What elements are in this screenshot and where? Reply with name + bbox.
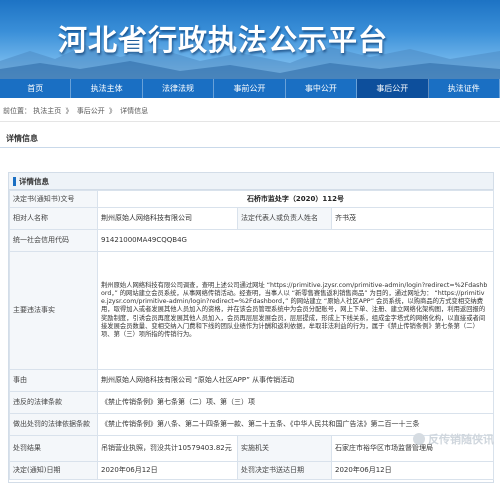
- breadcrumb: 前位置： 执法主页 》 事后公开 》 详情信息: [0, 100, 500, 122]
- legal-rep-value: 齐书茂: [331, 207, 494, 230]
- breadcrumb-separator: 》: [108, 107, 116, 115]
- legal-rep-label: 法定代表人或负责人姓名: [237, 207, 332, 230]
- credit-code-value: 91421000MA49CQQB4G: [97, 229, 494, 252]
- basis-label: 做出处罚的法律依据条款: [9, 413, 98, 436]
- table-row: 决定(通知)日期 2020年06月12日 处罚决定书送达日期 2020年06月1…: [9, 461, 494, 480]
- table-row: 统一社会信用代码 91421000MA49CQQB4G: [9, 229, 494, 252]
- watermark-logo-icon: [413, 433, 425, 445]
- nav-item-mid-public[interactable]: 事中公开: [286, 79, 358, 98]
- watermark: 反传销随侠讯: [413, 431, 494, 447]
- panel-marker-icon: [13, 176, 16, 186]
- party-label: 相对人名称: [9, 207, 98, 230]
- party-value: 荆州原始人网络科技有限公司: [97, 207, 238, 230]
- doc-no-label: 决定书(通知书)文号: [9, 190, 98, 208]
- credit-code-label: 统一社会信用代码: [9, 229, 98, 252]
- deliver-date-value: 2020年06月12日: [331, 461, 494, 480]
- breadcrumb-separator: 》: [65, 107, 73, 115]
- nav-item-certificates[interactable]: 执法证件: [429, 79, 500, 98]
- date-label: 决定(通知)日期: [9, 461, 98, 480]
- agency-label: 实施机关: [237, 435, 332, 462]
- breadcrumb-item-home[interactable]: 执法主页: [33, 107, 61, 115]
- nav-item-post-public[interactable]: 事后公开: [357, 79, 429, 98]
- nav-item-pre-public[interactable]: 事前公开: [214, 79, 286, 98]
- panel-header: 详情信息: [9, 173, 493, 190]
- table-row: 主要违法事实 荆州原始人网络科技有限公司调查，查明上述公司通过网址 “https…: [9, 251, 494, 370]
- doc-no-value: 石桥市监处字（2020）112号: [97, 190, 494, 208]
- watermark-text: 反传销随侠讯: [428, 433, 494, 446]
- nav-item-subject[interactable]: 执法主体: [71, 79, 143, 98]
- table-row: 决定书(通知书)文号 石桥市监处字（2020）112号: [9, 190, 494, 208]
- table-row: 事由 荆州原始人网络科技有限公司 “原始人社区APP” 从事传销活动: [9, 369, 494, 392]
- facts-value: 荆州原始人网络科技有限公司调查，查明上述公司通过网址 “https://prim…: [97, 251, 494, 370]
- site-banner: 河北省行政执法公示平台: [0, 0, 500, 79]
- date-value: 2020年06月12日: [97, 461, 238, 480]
- panel-title: 详情信息: [19, 176, 49, 186]
- site-title: 河北省行政执法公示平台: [58, 23, 389, 57]
- nav-item-laws[interactable]: 法律法规: [143, 79, 215, 98]
- violated-value: 《禁止传销条例》第七条第（二）项、第（三）项: [97, 391, 494, 414]
- breadcrumb-prefix: 前位置：: [3, 107, 31, 115]
- violated-label: 违反的法律条款: [9, 391, 98, 414]
- table-row: 违反的法律条款 《禁止传销条例》第七条第（二）项、第（三）项: [9, 391, 494, 414]
- section-title: 详情信息: [0, 130, 500, 148]
- deliver-date-label: 处罚决定书送达日期: [237, 461, 332, 480]
- case-value: 荆州原始人网络科技有限公司 “原始人社区APP” 从事传销活动: [97, 369, 494, 392]
- main-nav: 首页 执法主体 法律法规 事前公开 事中公开 事后公开 执法证件: [0, 79, 500, 98]
- breadcrumb-item-post-public[interactable]: 事后公开: [77, 107, 105, 115]
- result-value: 吊销营业执照，罚没共计10579403.82元: [97, 435, 238, 462]
- case-label: 事由: [9, 369, 98, 392]
- result-label: 处罚结果: [9, 435, 98, 462]
- breadcrumb-item-current: 详情信息: [120, 107, 149, 115]
- nav-item-home[interactable]: 首页: [0, 79, 72, 98]
- facts-label: 主要违法事实: [9, 251, 98, 370]
- table-row: 相对人名称 荆州原始人网络科技有限公司 法定代表人或负责人姓名 齐书茂: [9, 207, 494, 230]
